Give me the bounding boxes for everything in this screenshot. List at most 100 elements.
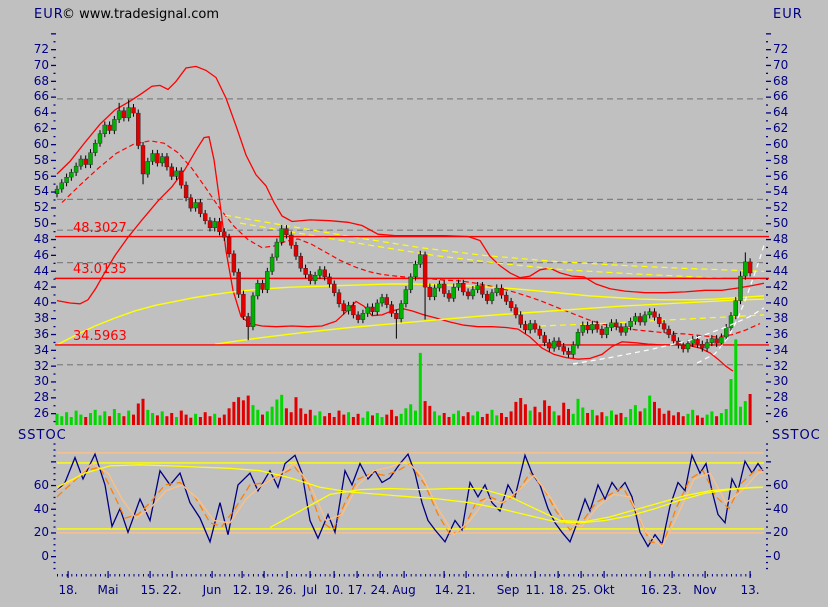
y-axis-label-right: 40 bbox=[773, 296, 807, 308]
x-axis-label: 19. bbox=[254, 584, 273, 596]
x-tick-dot bbox=[243, 574, 244, 577]
y-tick-left bbox=[51, 271, 56, 272]
candle-down bbox=[715, 339, 719, 344]
x-tick-dot bbox=[105, 574, 106, 577]
y-axis-label-right: 72 bbox=[773, 43, 807, 55]
y-axis-label-right: 28 bbox=[773, 391, 807, 403]
sstoc-tick-right bbox=[766, 562, 768, 563]
x-tick-dot bbox=[573, 574, 574, 577]
sstoc-tick-left bbox=[54, 544, 56, 545]
volume-bar bbox=[471, 415, 474, 425]
x-tick-dot bbox=[157, 574, 158, 577]
x-tick-dot bbox=[301, 574, 302, 577]
candle-up bbox=[251, 296, 255, 327]
volume-bar bbox=[553, 411, 556, 425]
candle-down bbox=[108, 125, 112, 131]
candle-up bbox=[79, 159, 83, 166]
sstoc-tick-right bbox=[766, 509, 771, 510]
y-axis-label-right: 64 bbox=[773, 106, 807, 118]
x-tick-dot bbox=[597, 574, 598, 577]
sstoc-tick-right bbox=[766, 491, 768, 492]
y-tick-right bbox=[766, 176, 771, 177]
candle-down bbox=[332, 284, 336, 293]
x-tick-dot bbox=[320, 574, 321, 577]
y-tick-right bbox=[766, 184, 768, 185]
y-tick-right bbox=[766, 247, 768, 248]
volume-bar bbox=[232, 402, 235, 425]
sstoc-axis-label-left: 40 bbox=[15, 503, 49, 515]
volume-bar bbox=[170, 413, 173, 425]
candle-up bbox=[60, 183, 64, 189]
sstoc-tick-right bbox=[766, 568, 768, 569]
volume-bar bbox=[725, 409, 728, 425]
y-tick-left bbox=[51, 366, 56, 367]
sstoc-tick-right bbox=[766, 556, 771, 557]
candle-down bbox=[562, 347, 566, 352]
volume-bar bbox=[56, 414, 59, 425]
sstoc-tick-right bbox=[766, 521, 768, 522]
candle-down bbox=[308, 275, 312, 281]
y-axis-label-left: 40 bbox=[15, 296, 49, 308]
y-tick-right bbox=[766, 89, 768, 90]
candle-up bbox=[648, 312, 652, 315]
x-tick-dot bbox=[707, 574, 708, 577]
x-tick-dot bbox=[511, 574, 512, 577]
x-tick-dot bbox=[449, 574, 450, 577]
candle-down bbox=[261, 283, 265, 289]
volume-bar bbox=[132, 415, 135, 425]
x-tick-dot bbox=[377, 574, 378, 577]
candle-up bbox=[98, 134, 102, 144]
x-tick-dot bbox=[291, 574, 292, 577]
x-tick-dot bbox=[487, 574, 488, 577]
y-axis-label-right: 42 bbox=[773, 280, 807, 292]
volume-bar bbox=[500, 413, 503, 425]
x-tick-dot bbox=[363, 574, 364, 577]
candle-up bbox=[74, 166, 78, 172]
candle-up bbox=[686, 343, 690, 349]
y-axis-label-left: 38 bbox=[15, 312, 49, 324]
volume-bar bbox=[266, 411, 269, 425]
y-tick-right bbox=[766, 279, 768, 280]
y-axis-label-right: 46 bbox=[773, 249, 807, 261]
sstoc-tick-right bbox=[766, 443, 768, 444]
y-tick-left bbox=[51, 176, 56, 177]
sstoc-tick-left bbox=[51, 485, 56, 486]
y-tick-left bbox=[51, 128, 56, 129]
candle-up bbox=[605, 328, 609, 335]
candle-down bbox=[141, 146, 145, 175]
candle-down bbox=[514, 308, 518, 315]
candle-down bbox=[567, 351, 571, 354]
candle-down bbox=[84, 159, 88, 165]
x-tick-dot bbox=[124, 574, 125, 577]
candle-down bbox=[394, 313, 398, 319]
x-tick-dot bbox=[205, 574, 206, 577]
candle-down bbox=[284, 229, 288, 235]
candle-down bbox=[748, 262, 752, 273]
x-tick-dot bbox=[344, 574, 345, 577]
x-tick-dot bbox=[396, 574, 397, 577]
y-tick-left bbox=[54, 199, 56, 200]
x-tick-dot bbox=[224, 574, 225, 577]
candle-up bbox=[590, 324, 594, 330]
candle-up bbox=[256, 283, 260, 296]
x-tick-major bbox=[242, 571, 243, 578]
x-tick-dot bbox=[702, 574, 703, 577]
volume-bar bbox=[529, 411, 532, 425]
x-tick-major bbox=[310, 571, 311, 578]
candle-up bbox=[270, 257, 274, 271]
x-tick-major bbox=[672, 571, 673, 578]
candle-down bbox=[122, 111, 126, 118]
volume-bar bbox=[400, 414, 403, 425]
chart-canvas[interactable] bbox=[0, 0, 828, 607]
y-tick-right bbox=[766, 207, 771, 208]
x-tick-dot bbox=[721, 574, 722, 577]
candle-down bbox=[423, 255, 427, 287]
volume-bar bbox=[643, 408, 646, 425]
x-tick-dot bbox=[258, 574, 259, 577]
sstoc-label-left: SSTOC bbox=[18, 429, 67, 442]
x-tick-dot bbox=[745, 574, 746, 577]
volume-bar bbox=[457, 411, 460, 425]
sstoc-tick-left bbox=[54, 491, 56, 492]
x-tick-dot bbox=[200, 574, 201, 577]
candle-up bbox=[705, 343, 709, 349]
